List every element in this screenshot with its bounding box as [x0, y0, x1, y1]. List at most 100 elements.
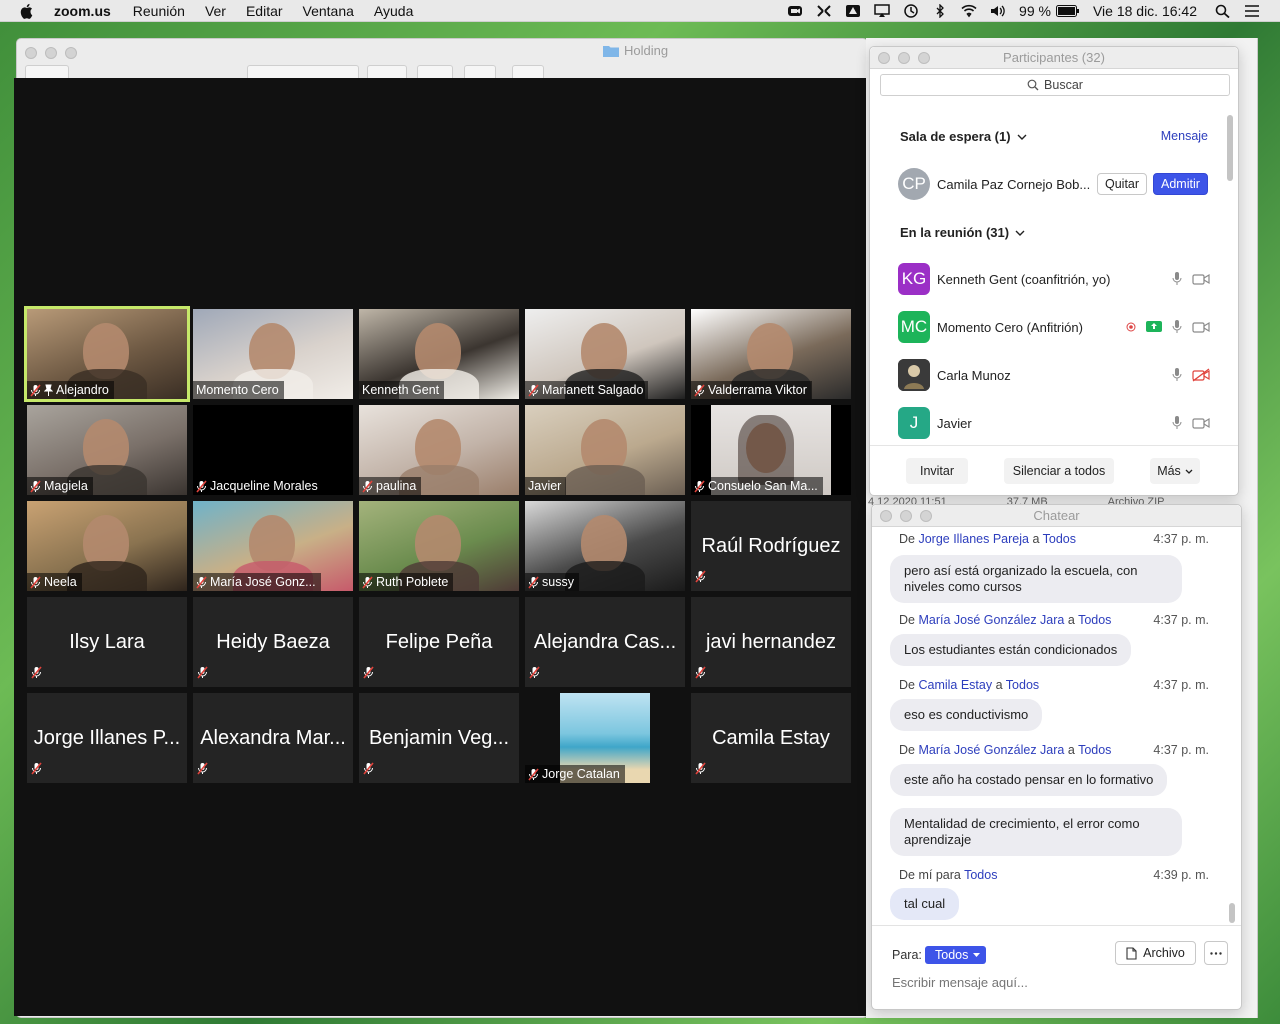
- participant-row[interactable]: KG Kenneth Gent (coanfitrión, yo): [898, 262, 1210, 296]
- microphone-icon[interactable]: [1172, 367, 1182, 382]
- recipient-link[interactable]: Todos: [1006, 678, 1039, 692]
- participants-search-input[interactable]: Buscar: [880, 74, 1230, 96]
- zoom-button[interactable]: [918, 52, 930, 64]
- sender-link[interactable]: Camila Estay: [918, 678, 992, 692]
- video-tile[interactable]: Alejandro: [24, 306, 190, 402]
- minimize-button[interactable]: [45, 47, 57, 59]
- menu-ver[interactable]: Ver: [205, 3, 226, 19]
- chat-message-input[interactable]: [892, 971, 1222, 993]
- minimize-button[interactable]: [900, 510, 912, 522]
- remove-button[interactable]: Quitar: [1097, 173, 1148, 195]
- screenshot-tool-icon[interactable]: [816, 4, 832, 18]
- waiting-room-message-link[interactable]: Mensaje: [1161, 129, 1208, 143]
- video-tile[interactable]: javi hernandez: [691, 597, 851, 687]
- video-tile[interactable]: Alexandra Mar...: [193, 693, 353, 783]
- muted-microphone-icon: [694, 479, 705, 493]
- video-tile[interactable]: sussy: [525, 501, 685, 591]
- participant-name-label: Magiela: [27, 477, 93, 495]
- video-tile[interactable]: Benjamin Veg...: [359, 693, 519, 783]
- microphone-icon[interactable]: [1172, 319, 1182, 334]
- menu-ayuda[interactable]: Ayuda: [374, 3, 413, 19]
- video-tile[interactable]: Alejandra Cas...: [525, 597, 685, 687]
- video-tile[interactable]: Marianett Salgado: [525, 309, 685, 399]
- message-meta: De mí para Todos 4:39 p. m.: [899, 868, 1209, 882]
- video-tile[interactable]: María José Gonz...: [193, 501, 353, 591]
- invite-button[interactable]: Invitar: [906, 458, 968, 484]
- drive-icon[interactable]: [845, 4, 861, 18]
- chat-title: Chatear: [1033, 508, 1080, 523]
- menu-ventana[interactable]: Ventana: [303, 3, 354, 19]
- sender-link[interactable]: Jorge Illanes Pareja: [918, 532, 1028, 546]
- microphone-icon[interactable]: [1172, 415, 1182, 430]
- video-tile[interactable]: Kenneth Gent: [359, 309, 519, 399]
- app-menu-zoom[interactable]: zoom.us: [54, 3, 111, 19]
- video-tile[interactable]: Magiela: [27, 405, 187, 495]
- recipient-link[interactable]: Todos: [1078, 743, 1111, 757]
- spotlight-search-icon[interactable]: [1215, 4, 1231, 18]
- in-meeting-header[interactable]: En la reunión (31): [900, 225, 1025, 240]
- close-button[interactable]: [878, 52, 890, 64]
- airplay-icon[interactable]: [874, 4, 890, 18]
- video-camera-off-icon[interactable]: [1192, 367, 1210, 382]
- time-machine-icon[interactable]: [903, 4, 919, 18]
- menu-reunion[interactable]: Reunión: [133, 3, 185, 19]
- participant-row[interactable]: Carla Munoz: [898, 358, 1210, 392]
- close-button[interactable]: [25, 47, 37, 59]
- notification-center-icon[interactable]: [1244, 4, 1260, 18]
- participants-scrollbar[interactable]: [1227, 115, 1233, 181]
- apple-icon[interactable]: [20, 3, 34, 19]
- menu-editar[interactable]: Editar: [246, 3, 283, 19]
- video-tile[interactable]: Heidy Baeza: [193, 597, 353, 687]
- video-tile[interactable]: Jacqueline Morales: [193, 405, 353, 495]
- muted-indicator: [695, 666, 706, 684]
- mute-all-button[interactable]: Silenciar a todos: [1004, 458, 1114, 484]
- recipient-dropdown[interactable]: Todos: [925, 946, 987, 964]
- video-tile[interactable]: Consuelo San Ma...: [691, 405, 851, 495]
- admit-button[interactable]: Admitir: [1153, 173, 1208, 195]
- wifi-icon[interactable]: [961, 4, 977, 18]
- chat-scrollbar[interactable]: [1229, 903, 1235, 923]
- video-camera-icon[interactable]: [1192, 417, 1210, 429]
- video-tile[interactable]: Jorge Illanes P...: [27, 693, 187, 783]
- participant-row[interactable]: J Javier: [898, 406, 1210, 440]
- video-tile[interactable]: Camila Estay: [691, 693, 851, 783]
- participant-name: Momento Cero (Anfitrión): [937, 319, 1083, 335]
- video-tile[interactable]: Jorge Catalan: [525, 693, 685, 783]
- volume-icon[interactable]: [990, 4, 1006, 18]
- zoom-button[interactable]: [920, 510, 932, 522]
- more-button[interactable]: Más: [1150, 458, 1200, 484]
- file-button[interactable]: Archivo: [1115, 941, 1196, 965]
- more-options-button[interactable]: [1204, 941, 1228, 965]
- recipient-link[interactable]: Todos: [1078, 613, 1111, 627]
- minimize-button[interactable]: [898, 52, 910, 64]
- video-camera-icon[interactable]: [1192, 273, 1210, 285]
- video-tile[interactable]: Javier: [525, 405, 685, 495]
- tile-name: María José Gonz...: [210, 575, 316, 589]
- participant-row[interactable]: MC Momento Cero (Anfitrión): [898, 310, 1210, 344]
- muted-indicator: [31, 666, 42, 684]
- waiting-room-header[interactable]: Sala de espera (1): [900, 129, 1027, 144]
- video-camera-icon[interactable]: [1192, 321, 1210, 333]
- participant-name-label: Jacqueline Morales: [193, 477, 323, 495]
- microphone-icon[interactable]: [1172, 271, 1182, 286]
- video-tile[interactable]: Raúl Rodríguez: [691, 501, 851, 591]
- muted-microphone-icon: [529, 666, 540, 679]
- recipient-link[interactable]: Todos: [964, 868, 997, 882]
- video-tile[interactable]: paulina: [359, 405, 519, 495]
- clock[interactable]: Vie 18 dic. 16:42: [1093, 3, 1197, 19]
- video-tile[interactable]: Neela: [27, 501, 187, 591]
- sender-link[interactable]: María José González Jara: [918, 613, 1064, 627]
- battery-icon[interactable]: [1055, 5, 1080, 17]
- video-tile[interactable]: Ilsy Lara: [27, 597, 187, 687]
- video-tile[interactable]: Felipe Peña: [359, 597, 519, 687]
- zoom-button[interactable]: [65, 47, 77, 59]
- video-tile[interactable]: Valderrama Viktor: [691, 309, 851, 399]
- bluetooth-icon[interactable]: [932, 4, 948, 18]
- recipient-link[interactable]: Todos: [1043, 532, 1076, 546]
- sender-link[interactable]: María José González Jara: [918, 743, 1064, 757]
- zoom-tray-icon[interactable]: [787, 4, 803, 18]
- participant-name-label: Consuelo San Ma...: [691, 477, 823, 495]
- close-button[interactable]: [880, 510, 892, 522]
- video-tile[interactable]: Momento Cero: [193, 309, 353, 399]
- video-tile[interactable]: Ruth Poblete: [359, 501, 519, 591]
